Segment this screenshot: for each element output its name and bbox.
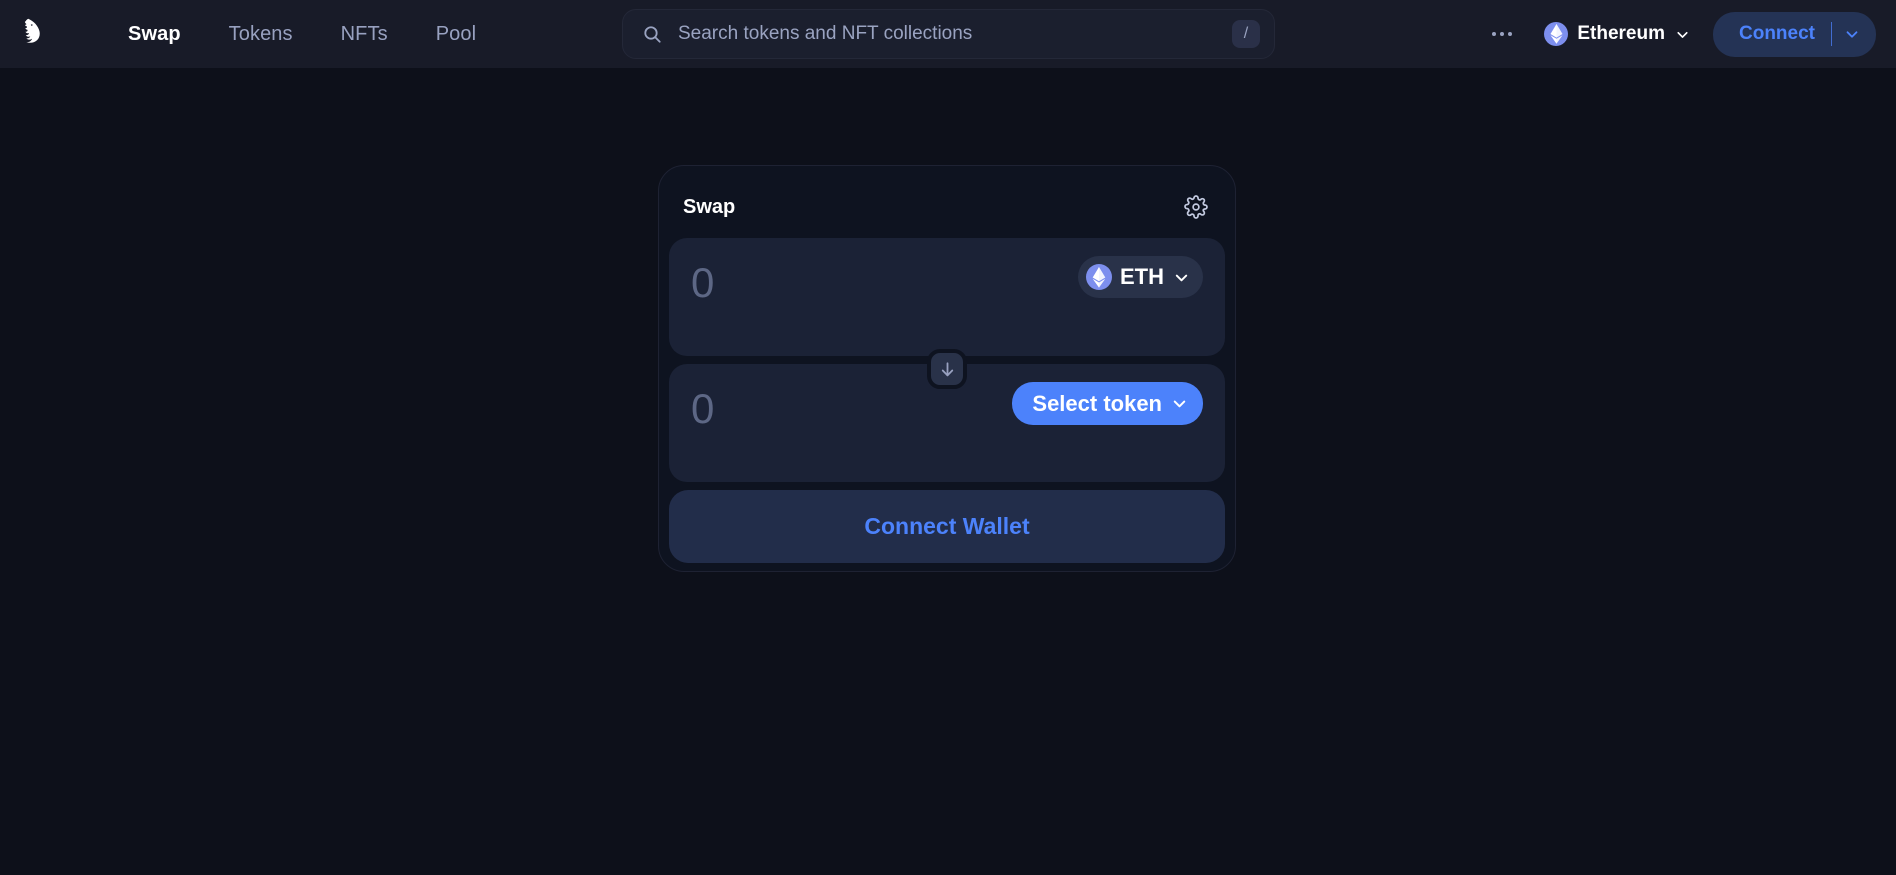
chevron-down-icon [1173,400,1186,408]
token-selector-output[interactable]: Select token [1012,382,1203,425]
ethereum-logo-icon [1544,22,1569,46]
search-input[interactable]: Search tokens and NFT collections [678,23,1232,45]
swap-output-amount[interactable]: 0 [691,382,931,430]
nav-link-nfts[interactable]: NFTs [317,17,412,52]
primary-nav: Swap Tokens NFTs Pool [104,0,500,68]
chain-selector[interactable]: Ethereum [1536,16,1699,52]
nav-link-swap[interactable]: Swap [104,17,205,52]
chain-selector-label: Ethereum [1577,23,1665,44]
swap-input-amount[interactable]: 0 [691,256,931,304]
connect-button[interactable]: Connect [1713,11,1876,57]
nav-link-pool[interactable]: Pool [412,17,500,52]
swap-direction-button[interactable] [927,349,967,389]
search-bar[interactable]: Search tokens and NFT collections / [622,9,1275,59]
search-shortcut-badge[interactable]: / [1232,20,1260,48]
dot [1492,32,1497,36]
chevron-down-icon [1175,274,1188,281]
token-selector-output-label: Select token [1032,390,1162,416]
connect-wallet-button[interactable]: Connect Wallet [669,490,1225,563]
arrow-down-icon [941,361,953,376]
header-actions: Ethereum Connect [1482,0,1876,68]
ellipsis-horizontal-icon[interactable] [1482,14,1522,54]
swap-input-panel: 0 ETH [669,238,1225,356]
token-selector-input[interactable]: ETH [1078,256,1203,298]
swap-card: Swap 0 ETH 0 Select token Connect Wallet [658,165,1236,572]
connect-dropdown-toggle[interactable] [1832,14,1872,54]
swap-card-title: Swap [683,195,736,218]
dot [1500,32,1505,36]
gear-icon[interactable] [1179,190,1213,224]
chevron-down-icon [1846,31,1858,38]
uniswap-unicorn-logo-icon[interactable] [13,12,57,56]
divider [1831,22,1832,46]
dot [1508,32,1513,36]
nav-link-tokens[interactable]: Tokens [205,17,317,52]
ethereum-logo-icon [1086,264,1112,290]
app-header: Swap Tokens NFTs Pool Search tokens and … [0,0,1896,68]
token-selector-input-label: ETH [1120,264,1164,289]
connect-button-label: Connect [1739,23,1815,44]
chevron-down-icon [1677,31,1688,38]
swap-card-header: Swap [669,176,1225,238]
search-icon [644,25,661,43]
connect-wallet-button-label: Connect Wallet [864,513,1030,539]
